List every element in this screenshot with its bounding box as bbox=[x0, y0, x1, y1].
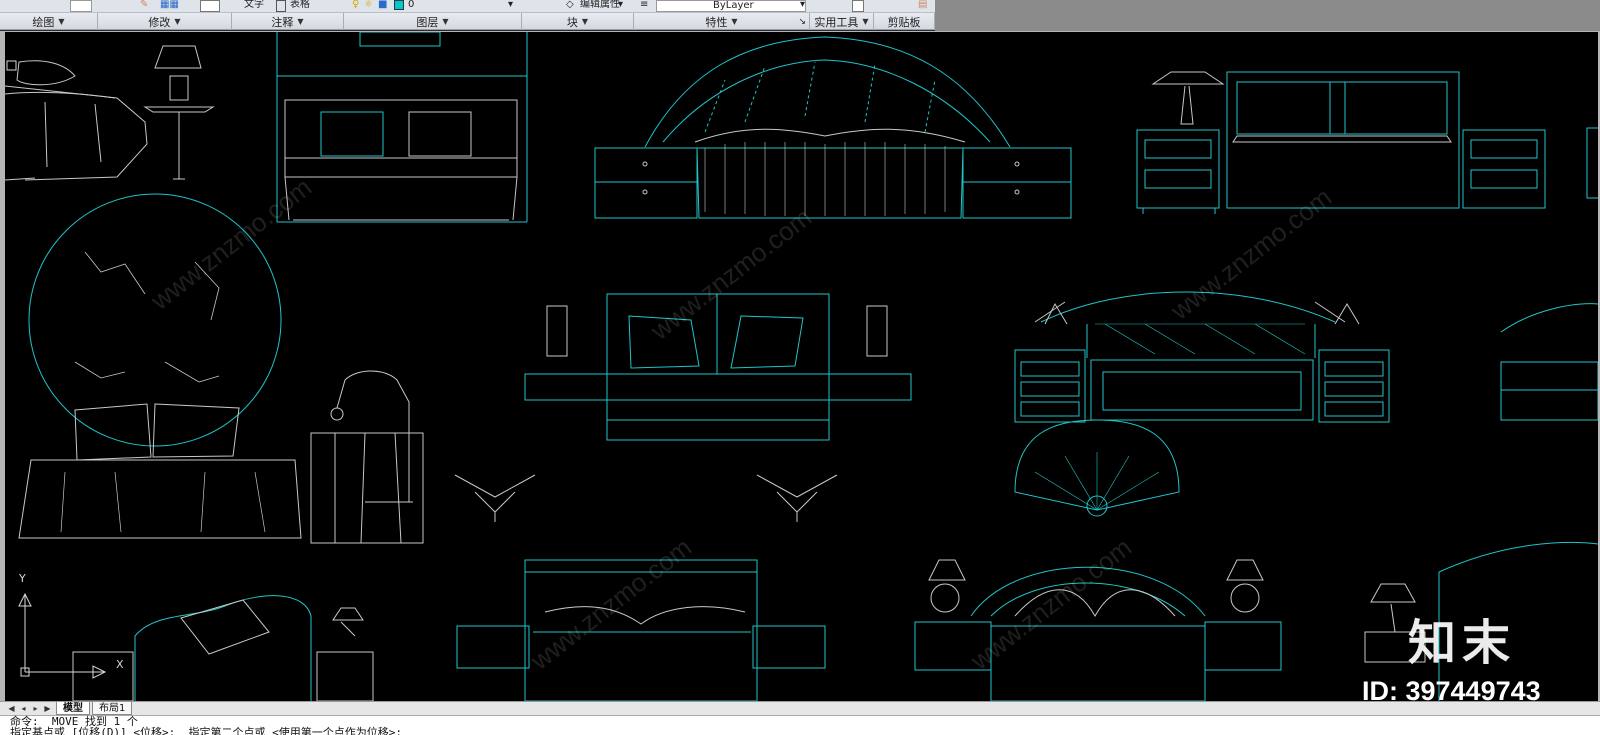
ucs-x-label: X bbox=[116, 658, 124, 671]
watermark-logo: 知末 bbox=[1408, 615, 1517, 671]
fan-decoration-block[interactable] bbox=[1014, 419, 1180, 517]
ceiling-lamp-block-1[interactable] bbox=[454, 474, 536, 522]
chevron-down-icon: ▼ bbox=[297, 17, 304, 26]
polyline-tool-icon[interactable] bbox=[70, 0, 92, 12]
panel-draw[interactable]: 绘图 ▼ bbox=[0, 13, 98, 30]
offset-icon[interactable] bbox=[200, 0, 220, 12]
pickbox-cursor bbox=[6, 60, 17, 71]
panel-utilities[interactable]: 实用工具 ▼ bbox=[810, 13, 874, 30]
ribbon-panel-labels: 绘图 ▼ 修改 ▼ 注释 ▼ 图层 ▼ 块 ▼ 特性 ▼ ↘ 实用工具 ▼ 剪贴板 bbox=[0, 13, 935, 30]
first-tab-icon[interactable]: ◀ bbox=[6, 703, 17, 714]
dialog-launcher-icon[interactable]: ↘ bbox=[798, 17, 806, 27]
model-space-canvas[interactable]: Y X www.znzmo.com www.znzmo.com www.znzm… bbox=[5, 32, 1598, 701]
ucs-icon bbox=[18, 592, 107, 679]
panel-annotation[interactable]: 注释 ▼ bbox=[232, 13, 344, 30]
panel-label: 修改 bbox=[148, 15, 171, 29]
last-tab-icon[interactable]: ▶ bbox=[42, 703, 53, 714]
round-headboard-bed-block[interactable] bbox=[18, 193, 302, 539]
chevron-down-icon: ▼ bbox=[862, 17, 869, 26]
panel-label: 实用工具 bbox=[814, 15, 859, 29]
drawing-svg bbox=[5, 32, 1598, 701]
panel-clipboard[interactable]: 剪贴板 bbox=[874, 13, 935, 30]
modern-bed-block[interactable] bbox=[524, 293, 912, 441]
chevron-down-icon: ▼ bbox=[58, 17, 65, 26]
linetype-value: ByLayer bbox=[713, 0, 754, 11]
command-window[interactable]: 命令: MOVE 找到 1 个 指定基点或 [位移(D)] <位移>: 指定第二… bbox=[0, 715, 1600, 735]
table-icon bbox=[276, 0, 286, 12]
wall-lamp-block[interactable] bbox=[310, 370, 424, 544]
table-button[interactable]: 表格 bbox=[290, 0, 310, 12]
panel-label: 注释 bbox=[271, 15, 294, 29]
chevron-down-icon: ▼ bbox=[174, 17, 181, 26]
panel-label: 剪贴板 bbox=[887, 15, 921, 29]
dresser-block[interactable] bbox=[1500, 303, 1598, 421]
panel-label: 块 bbox=[566, 15, 578, 29]
chevron-down-icon[interactable]: ▾ bbox=[800, 0, 805, 12]
panel-label: 图层 bbox=[416, 15, 439, 29]
upholstered-bed-block[interactable] bbox=[72, 595, 374, 701]
chevron-down-icon[interactable]: ▾ bbox=[508, 0, 513, 12]
chevron-down-icon: ▼ bbox=[442, 17, 449, 26]
panel-modify[interactable]: 修改 ▼ bbox=[98, 13, 232, 30]
sun-icon[interactable]: ☼ bbox=[364, 0, 373, 12]
text-button[interactable]: 文字 bbox=[244, 0, 264, 12]
cad-window: ✎ ▦▦ 文字 表格 ♀ ☼ ■ 0 ▾ ◇ 编辑属性 ▾ ≡ ByLayer … bbox=[0, 0, 1600, 735]
layer-dropdown[interactable]: 0 bbox=[408, 0, 508, 12]
panel-label: 绘图 bbox=[32, 15, 55, 29]
edit-attribute-button[interactable]: 编辑属性 bbox=[580, 0, 620, 12]
linetype-dropdown[interactable]: ByLayer bbox=[656, 0, 806, 12]
prev-tab-icon[interactable]: ◂ bbox=[18, 703, 29, 714]
linetype-icon: ≡ bbox=[640, 0, 649, 10]
lock-icon[interactable]: ■ bbox=[378, 0, 387, 12]
ucs-y-label: Y bbox=[19, 572, 26, 585]
title-bar-area bbox=[935, 0, 1600, 31]
panel-label: 特性 bbox=[705, 15, 728, 29]
ceiling-lamp-block-2[interactable] bbox=[756, 474, 838, 522]
arched-headboard-bed-block[interactable] bbox=[594, 36, 1072, 219]
panel-headboard-bed-block[interactable] bbox=[1136, 71, 1598, 214]
array-icon[interactable]: ▦▦ bbox=[160, 0, 190, 12]
command-prompt-line: 指定基点或 [位移(D)] <位移>: 指定第二个点或 <使用第一个点作为位移>… bbox=[10, 726, 402, 735]
calculator-icon[interactable] bbox=[852, 0, 864, 12]
layer-color-swatch bbox=[394, 0, 404, 10]
panel-layers[interactable]: 图层 ▼ bbox=[344, 13, 522, 30]
paste-icon[interactable]: ▤ bbox=[918, 0, 927, 12]
pencil-icon[interactable]: ✎ bbox=[140, 0, 152, 12]
light-bulb-icon[interactable]: ♀ bbox=[352, 0, 359, 12]
floor-lamp-block[interactable] bbox=[143, 45, 215, 180]
bed-block-1[interactable] bbox=[5, 60, 148, 181]
tab-model[interactable]: 模型 bbox=[56, 702, 90, 715]
edit-attribute-icon: ◇ bbox=[566, 0, 574, 10]
watermark-id: ID: 397449743 bbox=[1362, 676, 1541, 706]
layout-tab-bar: ◀ ◂ ▸ ▶ 模型 布局1 bbox=[0, 701, 1600, 715]
chevron-down-icon[interactable]: ▾ bbox=[618, 0, 623, 12]
tab-layout1[interactable]: 布局1 bbox=[92, 702, 133, 715]
ribbon-tools-row: ✎ ▦▦ 文字 表格 ♀ ☼ ■ 0 ▾ ◇ 编辑属性 ▾ ≡ ByLayer … bbox=[0, 0, 935, 13]
panel-properties[interactable]: 特性 ▼ ↘ bbox=[634, 13, 810, 30]
next-tab-icon[interactable]: ▸ bbox=[30, 703, 41, 714]
chevron-down-icon: ▼ bbox=[731, 17, 738, 26]
chevron-down-icon: ▼ bbox=[581, 17, 589, 26]
panel-block[interactable]: 块 ▼ bbox=[522, 13, 634, 30]
